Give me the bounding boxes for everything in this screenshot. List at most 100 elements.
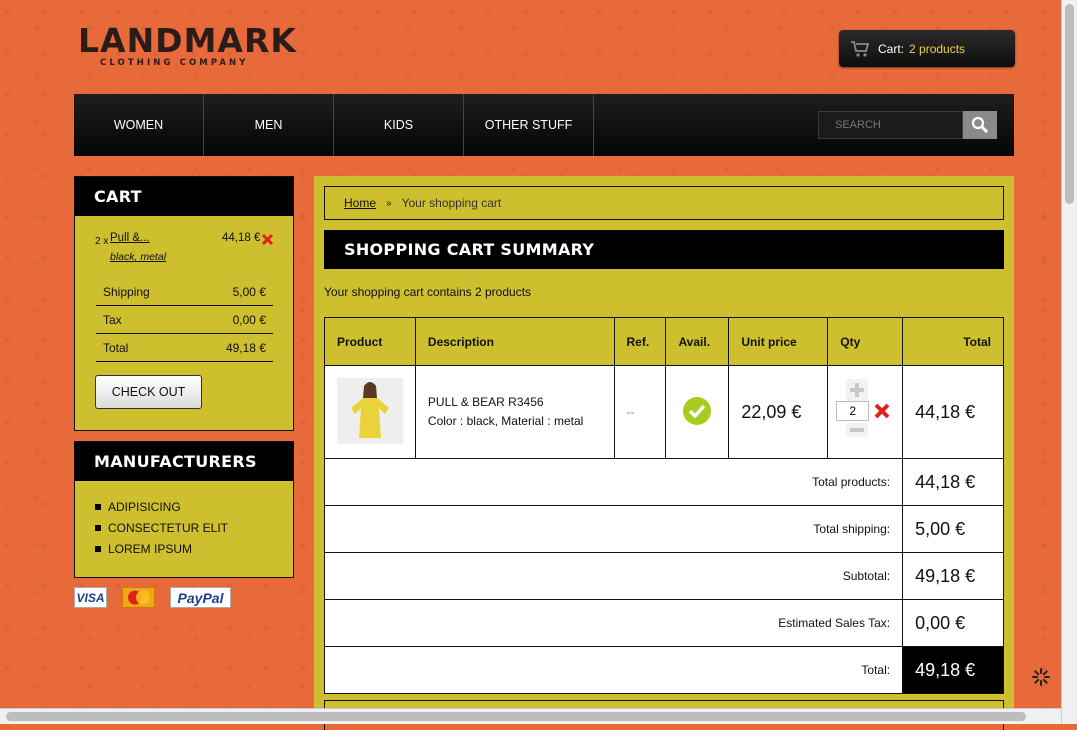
cart-table: Product Description Ref. Avail. Unit pri… [323,317,1004,694]
sidebar-shipping-label: Shipping [103,284,150,299]
header-cart-button[interactable]: Cart: 2 products [839,30,1015,67]
sales-tax-value: 0,00 € [902,599,1004,647]
manufacturer-link[interactable]: CONSECTETUR ELIT [95,517,293,538]
product-image-cell [324,365,416,459]
sidebar-shipping-row: Shipping 5,00 € [96,278,273,306]
page-title: SHOPPING CART SUMMARY [324,230,1004,269]
mastercard-icon [127,590,150,605]
horizontal-scrollbar[interactable] [0,708,1061,724]
col-unit-price: Unit price [728,317,829,366]
main-content: Home » Your shopping cart SHOPPING CART … [314,176,1014,730]
sidebar-cart: CART 2 x Pull &... black, metal 44,18 € … [74,176,294,431]
product-qty-cell [827,365,904,459]
breadcrumb-separator: » [386,197,392,209]
total-products-label: Total products: [323,458,904,506]
header-cart-count: 2 products [909,41,966,56]
col-avail: Avail. [665,317,730,366]
horizontal-scrollbar-thumb[interactable] [6,712,1026,721]
total-shipping-label: Total shipping: [323,505,904,553]
search-input[interactable] [818,111,963,139]
subtotal-value: 49,18 € [902,552,1004,600]
bullet-icon [95,503,101,510]
manufacturer-link[interactable]: ADIPISICING [95,496,293,517]
logo[interactable]: LANDMARK CLOTHING COMPANY [78,21,297,69]
logo-text: LANDMARK [78,21,297,60]
col-total: Total [902,317,1004,366]
col-description: Description [414,317,615,366]
sales-tax-label: Estimated Sales Tax: [323,599,904,647]
available-check-icon [683,396,712,425]
product-availability-cell [665,365,730,459]
grand-total-value: 49,18 € [902,646,1004,694]
sidebar-tax-label: Tax [103,312,122,327]
grand-total-label: Total: [323,646,904,694]
delete-item-icon[interactable] [874,403,890,419]
col-ref: Ref. [613,317,667,366]
total-shipping-row: Total shipping: 5,00 € [323,505,1004,553]
search-button[interactable] [963,111,997,139]
product-description-cell: PULL & BEAR R3456 Color : black, Materia… [414,365,615,459]
grand-total-row: Total: 49,18 € [323,646,1004,694]
sidebar-item-attributes[interactable]: black, metal [110,251,166,263]
nav-item-men[interactable]: MEN [204,94,334,156]
manufacturer-link[interactable]: LOREM IPSUM [95,538,293,559]
manufacturers-list: ADIPISICING CONSECTETUR ELIT LOREM IPSUM [75,481,293,559]
col-product: Product [324,317,416,366]
sidebar-cart-title: CART [75,177,293,216]
breadcrumb: Home » Your shopping cart [324,186,1004,220]
product-attributes: Color : black, Material : metal [427,414,584,428]
mastercard-logo [122,587,155,608]
sales-tax-row: Estimated Sales Tax: 0,00 € [323,599,1004,647]
sidebar-total-value: 49,18 € [225,340,266,355]
breadcrumb-home-link[interactable]: Home [344,196,376,210]
sidebar-tax-value: 0,00 € [232,312,266,327]
quantity-input[interactable] [836,401,870,421]
manufacturer-name: CONSECTETUR ELIT [108,520,229,535]
breadcrumb-current: Your shopping cart [401,196,502,210]
total-shipping-value: 5,00 € [902,505,1004,553]
product-unit-price: 22,09 € [728,365,829,459]
sidebar-item-qty: 2 x [95,236,109,247]
quantity-decrease-icon[interactable] [846,423,869,437]
sidebar-shipping-value: 5,00 € [232,284,266,299]
sidebar-item-name[interactable]: Pull &... [110,232,150,244]
product-thumbnail[interactable] [336,377,403,444]
loading-spinner-icon [1032,668,1050,686]
sidebar-total-label: Total [103,340,129,355]
product-name[interactable]: PULL & BEAR R3456 [428,393,613,412]
remove-item-icon[interactable] [261,233,274,246]
nav-item-kids[interactable]: KIDS [334,94,464,156]
nav-item-women[interactable]: WOMEN [74,94,204,156]
nav-item-other-stuff[interactable]: OTHER STUFF [464,94,594,156]
product-total: 44,18 € [902,365,1004,459]
search-icon [971,116,989,134]
subtotal-label: Subtotal: [323,552,904,600]
vertical-scrollbar[interactable] [1061,0,1077,724]
bullet-icon [95,524,101,531]
quantity-increase-icon[interactable] [846,379,869,401]
manufacturers-block: MANUFACTURERS ADIPISICING CONSECTETUR EL… [74,441,294,578]
sidebar-cart-item: 2 x Pull &... black, metal 44,18 € [75,216,293,264]
table-row: PULL & BEAR R3456 Color : black, Materia… [324,365,1004,459]
subtotal-row: Subtotal: 49,18 € [323,552,1004,600]
main-nav: WOMEN MEN KIDS OTHER STUFF [74,94,1014,156]
bullet-icon [95,545,101,552]
checkout-button[interactable]: CHECK OUT [95,375,202,409]
shopping-cart-icon [851,40,870,57]
paypal-logo: PayPal [170,587,231,608]
cart-contains-text: Your shopping cart contains 2 products [324,285,532,299]
cart-table-header: Product Description Ref. Avail. Unit pri… [324,317,1004,366]
total-products-row: Total products: 44,18 € [323,458,1004,506]
payment-logos: VISA PayPal [74,587,231,608]
sidebar-tax-row: Tax 0,00 € [96,306,273,334]
product-ref: -- [613,365,667,459]
manufacturer-name: LOREM IPSUM [108,541,193,556]
col-qty: Qty [827,317,904,366]
vertical-scrollbar-thumb[interactable] [1065,4,1074,204]
visa-logo: VISA [74,587,107,608]
sidebar-item-price: 44,18 € [222,232,261,244]
manufacturer-name: ADIPISICING [108,499,181,514]
total-products-value: 44,18 € [902,458,1004,506]
sidebar-total-row: Total 49,18 € [96,334,273,362]
manufacturers-title: MANUFACTURERS [75,442,293,481]
